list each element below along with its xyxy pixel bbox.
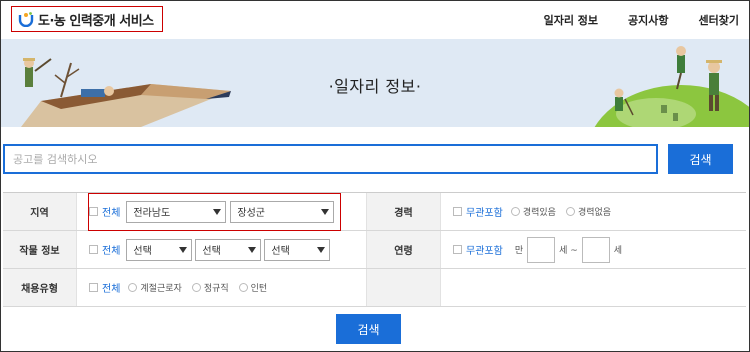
crop-select-3-value: 선택 bbox=[271, 246, 290, 257]
empty-cell bbox=[441, 269, 746, 306]
intern-option[interactable]: 인턴 bbox=[238, 281, 268, 294]
age-from-input[interactable] bbox=[527, 236, 556, 263]
fulltime-option[interactable]: 정규직 bbox=[191, 281, 229, 294]
nav-item-centers[interactable]: 센터찾기 bbox=[699, 12, 739, 28]
search-row: 검색 bbox=[3, 144, 733, 174]
crop-select-1-value: 선택 bbox=[133, 246, 152, 257]
age-controls: 무관포함 만 세 ~ 세 bbox=[441, 231, 746, 268]
age-prefix: 만 bbox=[514, 246, 524, 256]
intern-label: 인턴 bbox=[250, 284, 268, 294]
career-yes-label: 경력있음 bbox=[522, 208, 556, 218]
crop-controls: 전체 선택 선택 선택 bbox=[77, 231, 367, 268]
age-to-suffix: 세 bbox=[613, 246, 623, 256]
radio-icon bbox=[128, 283, 138, 292]
crop-select-3[interactable]: 선택 bbox=[264, 238, 331, 261]
age-any-label: 무관포함 bbox=[466, 246, 503, 257]
radio-icon bbox=[565, 207, 575, 216]
career-yes-option[interactable]: 경력있음 bbox=[510, 205, 556, 218]
empty-header-cell bbox=[367, 269, 441, 306]
age-to-input[interactable] bbox=[581, 236, 610, 263]
career-any-label: 무관포함 bbox=[466, 208, 503, 219]
age-from-suffix: 세 ~ bbox=[559, 246, 578, 256]
career-controls: 무관포함 경력있음 경력없음 bbox=[441, 193, 746, 230]
seasonal-option[interactable]: 계절근로자 bbox=[128, 281, 182, 294]
age-any-checkbox[interactable] bbox=[453, 245, 462, 254]
radio-icon bbox=[510, 207, 520, 216]
filter-row-crop: 작물 정보 전체 선택 선택 선택 연령 무관포함 만 세 ~ 세 bbox=[3, 231, 746, 269]
employment-controls: 전체 계절근로자 정규직 인턴 bbox=[77, 269, 367, 306]
employment-all-checkbox[interactable] bbox=[89, 283, 98, 292]
crop-all-checkbox[interactable] bbox=[89, 245, 98, 254]
chevron-down-icon bbox=[179, 246, 188, 253]
radio-icon bbox=[191, 283, 201, 292]
career-any-checkbox[interactable] bbox=[453, 207, 462, 216]
career-no-option[interactable]: 경력없음 bbox=[565, 205, 612, 218]
banner-title: ·일자리 정보· bbox=[328, 77, 422, 96]
main-nav: 일자리 정보 공지사항 센터찾기 bbox=[544, 1, 739, 39]
region-label: 지역 bbox=[3, 193, 77, 230]
crop-select-2[interactable]: 선택 bbox=[195, 238, 262, 261]
brand-name: 도·농 인력중개 서비스 bbox=[38, 13, 154, 29]
crop-all-label: 전체 bbox=[102, 246, 121, 257]
region-highlight bbox=[88, 193, 341, 231]
chevron-down-icon bbox=[317, 246, 326, 253]
nav-item-jobs[interactable]: 일자리 정보 bbox=[544, 12, 598, 28]
submit-search-button[interactable]: 검색 bbox=[336, 314, 401, 344]
seasonal-label: 계절근로자 bbox=[140, 284, 182, 294]
chevron-down-icon bbox=[248, 246, 257, 253]
radio-icon bbox=[238, 283, 248, 292]
banner: ·일자리 정보· bbox=[1, 39, 749, 127]
crop-select-1[interactable]: 선택 bbox=[126, 238, 193, 261]
header: 도·농 인력중개 서비스 일자리 정보 공지사항 센터찾기 bbox=[1, 1, 749, 39]
crop-label: 작물 정보 bbox=[3, 231, 77, 268]
employment-all-label: 전체 bbox=[102, 284, 121, 295]
career-no-label: 경력없음 bbox=[577, 208, 612, 218]
logo[interactable]: 도·농 인력중개 서비스 bbox=[11, 6, 163, 32]
search-input[interactable] bbox=[3, 144, 658, 174]
fulltime-label: 정규직 bbox=[203, 284, 229, 294]
employment-label: 채용유형 bbox=[3, 269, 77, 306]
search-button[interactable]: 검색 bbox=[668, 144, 733, 174]
nav-item-notices[interactable]: 공지사항 bbox=[628, 12, 668, 28]
crop-select-2-value: 선택 bbox=[202, 246, 221, 257]
filter-row-employment: 채용유형 전체 계절근로자 정규직 인턴 bbox=[3, 269, 746, 307]
logo-icon bbox=[18, 11, 34, 28]
career-label: 경력 bbox=[367, 193, 441, 230]
age-label: 연령 bbox=[367, 231, 441, 268]
